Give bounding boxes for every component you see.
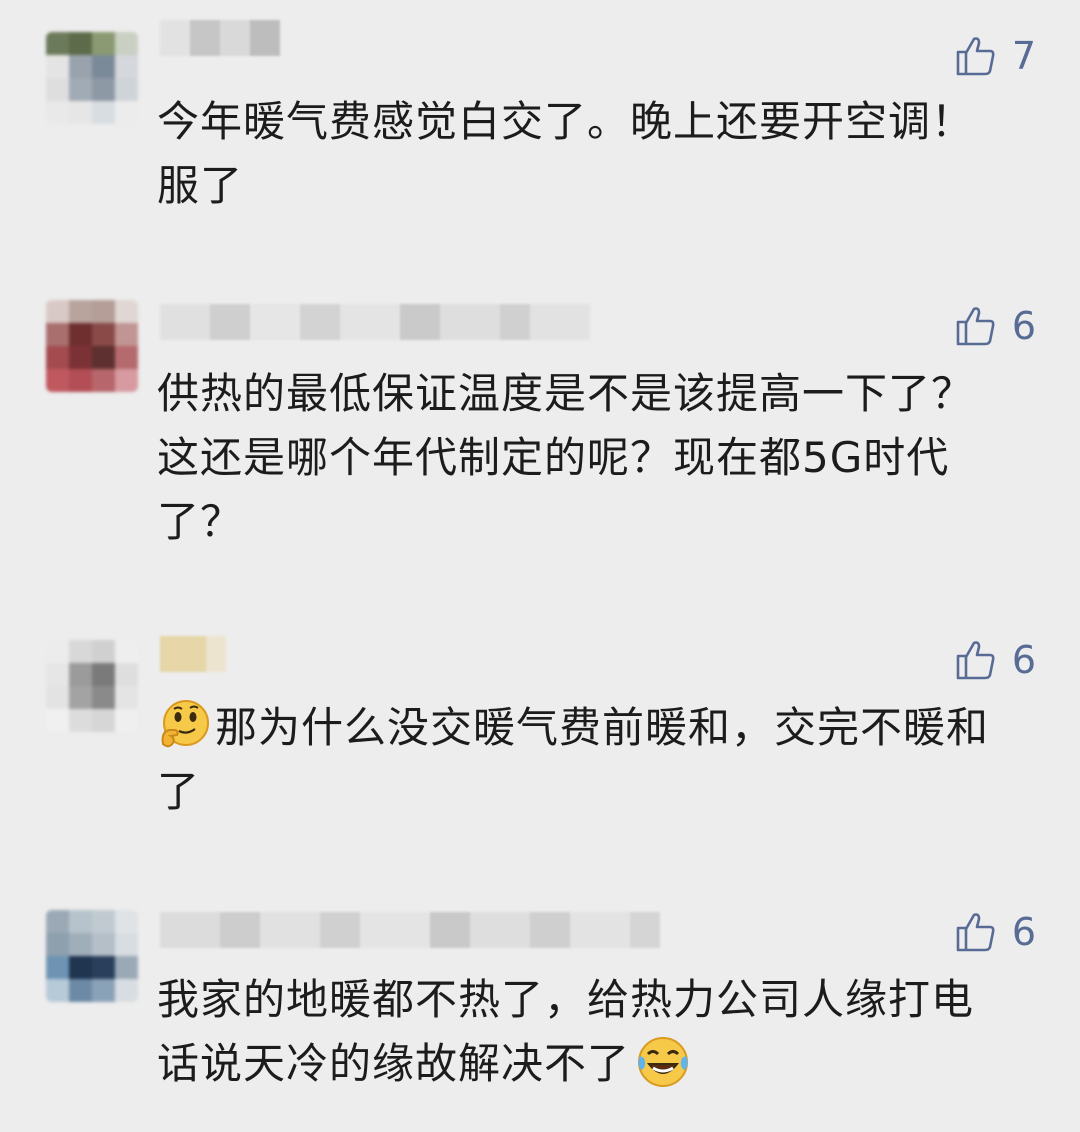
avatar[interactable] (46, 32, 138, 124)
nickname-blurred[interactable] (160, 636, 226, 672)
nickname-blurred[interactable] (160, 912, 660, 948)
avatar[interactable] (46, 640, 138, 732)
thumbs-up-icon (956, 307, 995, 346)
like-button[interactable]: 6 (954, 910, 1036, 954)
like-count: 6 (1011, 910, 1036, 954)
thinking-face-emoji (161, 700, 209, 748)
comment-text: 我家的地暖都不热了，给热力公司人缘打电话说天冷的缘故解决不了 (157, 968, 1007, 1096)
like-button[interactable]: 7 (954, 34, 1036, 78)
like-count: 7 (1011, 34, 1036, 78)
comment-text: 供热的最低保证温度是不是该提高一下了？这还是哪个年代制定的呢？现在都5G时代了？ (157, 369, 975, 546)
comment-text: 那为什么没交暖气费前暖和，交完不暖和了 (157, 696, 1007, 824)
avatar[interactable] (46, 300, 138, 392)
comment-text-body: 我家的地暖都不热了，给热力公司人缘打电话说天冷的缘故解决不了 (157, 975, 975, 1088)
like-count: 6 (1011, 638, 1036, 682)
crying-laughing-emoji (638, 1037, 689, 1087)
thumbs-up-icon (956, 641, 995, 680)
like-button[interactable]: 6 (954, 304, 1036, 348)
nickname-blurred[interactable] (160, 20, 280, 56)
like-button[interactable]: 6 (954, 638, 1036, 682)
thumbs-up-icon (956, 37, 995, 76)
nickname-blurred[interactable] (160, 304, 590, 340)
avatar[interactable] (46, 910, 138, 1002)
comment-text: 今年暖气费感觉白交了。晚上还要开空调！服了 (157, 97, 975, 210)
thumbs-up-icon (956, 913, 995, 952)
like-count: 6 (1011, 304, 1036, 348)
comment-text-body: 那为什么没交暖气费前暖和，交完不暖和了 (157, 703, 990, 816)
